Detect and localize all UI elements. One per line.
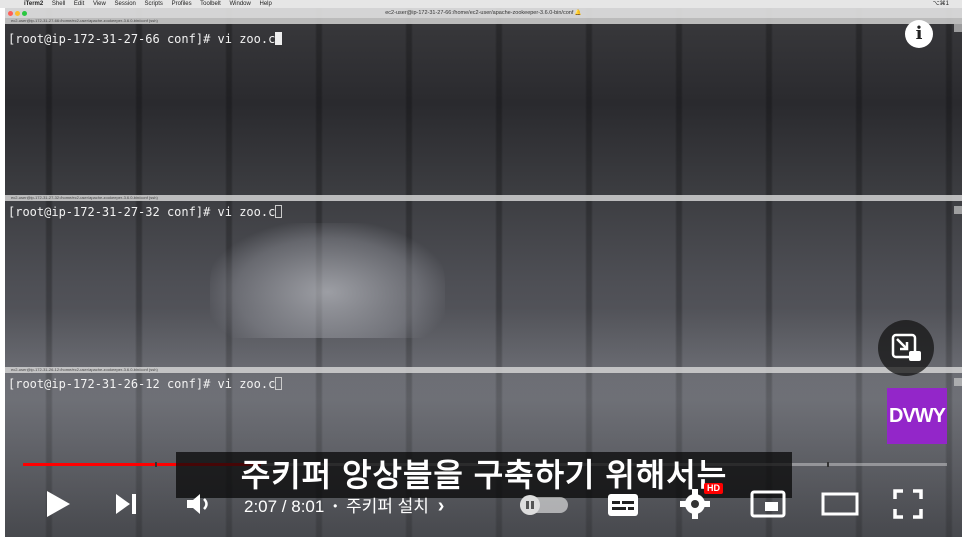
chapter-marker bbox=[827, 462, 829, 467]
theater-mode-icon[interactable] bbox=[820, 489, 860, 519]
terminal-line-1: [root@ip-172-31-27-66 conf]# vi zoo.c bbox=[8, 32, 283, 46]
menu-profiles[interactable]: Profiles bbox=[172, 1, 192, 7]
pane-1-scroll-indicator[interactable] bbox=[954, 24, 962, 32]
volume-icon[interactable] bbox=[184, 490, 216, 518]
exit-fullscreen-button[interactable] bbox=[878, 320, 934, 376]
menu-iterm2[interactable]: iTerm2 bbox=[24, 1, 43, 7]
miniplayer-icon[interactable] bbox=[749, 489, 787, 519]
menu-shell[interactable]: Shell bbox=[52, 1, 65, 7]
fullscreen-icon[interactable] bbox=[891, 487, 925, 521]
close-window-icon[interactable] bbox=[8, 11, 13, 16]
terminal-line-2: [root@ip-172-31-27-32 conf]# vi zoo.c bbox=[8, 205, 283, 219]
minimize-window-icon[interactable] bbox=[15, 11, 20, 16]
exit-pip-icon bbox=[891, 333, 921, 361]
subtitles-icon[interactable] bbox=[605, 491, 641, 519]
next-video-icon[interactable] bbox=[112, 491, 142, 517]
menu-view[interactable]: View bbox=[93, 1, 106, 7]
time-display: 2:07 / 8:01 • 주키퍼 설치 › bbox=[244, 492, 444, 518]
info-icon[interactable]: i bbox=[905, 20, 933, 48]
channel-watermark-badge: DVWY bbox=[887, 388, 947, 444]
menu-edit[interactable]: Edit bbox=[74, 1, 84, 7]
mac-menubar: iTerm2 Shell Edit View Session Scripts P… bbox=[0, 0, 962, 8]
autoplay-toggle[interactable] bbox=[520, 495, 568, 515]
chapter-title[interactable]: 주키퍼 설치 bbox=[346, 497, 429, 516]
terminal-pane-3[interactable]: [root@ip-172-31-26-12 conf]# vi zoo.c bbox=[5, 373, 962, 453]
menu-session[interactable]: Session bbox=[115, 1, 136, 7]
iterm-titlebar: ec2-user@ip-172-31-27-66:/home/ec2-user/… bbox=[5, 8, 962, 18]
time-elapsed-total: 2:07 / 8:01 bbox=[244, 497, 325, 516]
zoom-window-icon[interactable] bbox=[22, 11, 27, 16]
chapter-chevron-icon[interactable]: › bbox=[438, 495, 445, 517]
chapter-marker bbox=[155, 462, 157, 467]
window-title: ec2-user@ip-172-31-27-66:/home/ec2-user/… bbox=[385, 10, 582, 16]
menu-window[interactable]: Window bbox=[230, 1, 251, 7]
terminal-line-3: [root@ip-172-31-26-12 conf]# vi zoo.c bbox=[8, 377, 283, 391]
chapter-separator: • bbox=[333, 499, 338, 513]
terminal-pane-1[interactable]: [root@ip-172-31-27-66 conf]# vi zoo.c bbox=[5, 24, 962, 192]
cursor-icon bbox=[275, 32, 283, 45]
autoplay-knob bbox=[520, 495, 540, 515]
pause-icon bbox=[526, 501, 534, 509]
hd-badge: HD bbox=[704, 483, 723, 494]
terminal-pane-2[interactable]: [root@ip-172-31-27-32 conf]# vi zoo.c bbox=[5, 201, 962, 366]
cursor-icon bbox=[275, 377, 283, 390]
menubar-status: ⌥⌘1 bbox=[932, 1, 949, 7]
menu-toolbelt[interactable]: Toolbelt bbox=[200, 1, 221, 7]
cursor-icon bbox=[275, 205, 283, 218]
menu-help[interactable]: Help bbox=[260, 1, 272, 7]
pane-3-scroll-indicator[interactable] bbox=[954, 378, 962, 386]
play-icon[interactable] bbox=[40, 487, 74, 521]
menu-scripts[interactable]: Scripts bbox=[145, 1, 163, 7]
pane-2-scroll-indicator[interactable] bbox=[954, 206, 962, 214]
